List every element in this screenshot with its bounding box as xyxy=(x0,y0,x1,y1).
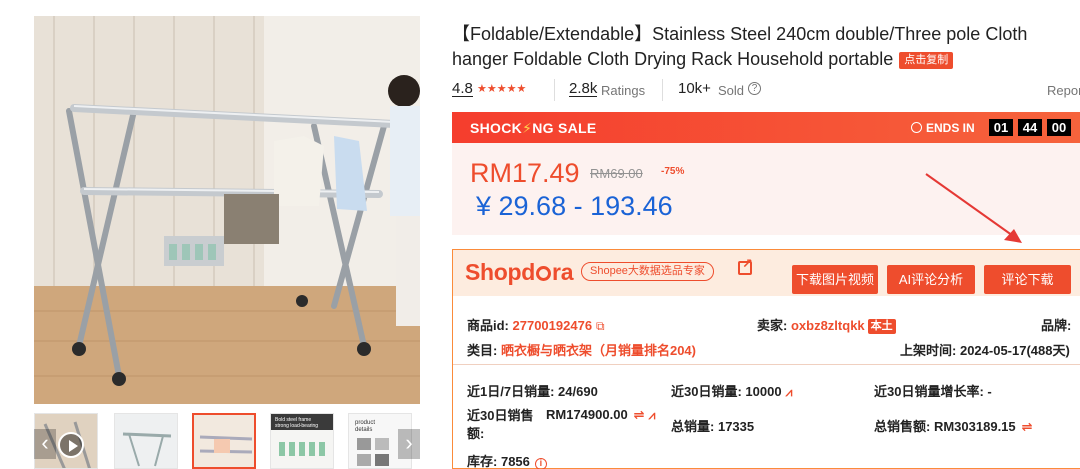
stock-value: 7856 xyxy=(500,454,530,469)
shocking-sale-bar: SHOCK⚡NG SALE ENDS IN 01 44 00 xyxy=(452,112,1080,143)
category-row: 类目: 晒衣橱与晒衣架（月销量排名204) xyxy=(467,343,696,358)
stock-row: 库存: 7856 i xyxy=(467,451,547,469)
thumbnail-4[interactable]: Bold steel frame strong load-bearing xyxy=(270,413,334,469)
listed-time-row: 上架时间: 2024-05-17(488天) xyxy=(900,343,1070,358)
category-value[interactable]: 晒衣橱与晒衣架（月销量排名204) xyxy=(501,343,696,358)
product-title: 【Foldable/Extendable】Stainless Steel 240… xyxy=(452,22,1072,72)
ratings-count[interactable]: 2.8k xyxy=(569,81,598,97)
revenue-30-value: RM174900.00 xyxy=(546,407,628,422)
svg-text:strong load-bearing: strong load-bearing xyxy=(275,423,318,429)
thumbnail-strip: ‹ Bold steel frame strong load-bearing pr… xyxy=(34,413,420,469)
timer-minutes: 44 xyxy=(1018,119,1042,136)
shopdora-logo: Shopd ra xyxy=(465,259,574,285)
ratings-label: Ratings xyxy=(601,83,646,98)
total-revenue-value: RM303189.15 xyxy=(933,419,1016,434)
copy-title-button[interactable]: 点击复制 xyxy=(899,52,954,69)
thumbnail-3-selected[interactable] xyxy=(192,413,256,469)
shocking-sale-title: SHOCK⚡NG SALE xyxy=(470,120,597,137)
listed-time-value: 2024-05-17(488天) xyxy=(959,343,1070,358)
svg-text:product: product xyxy=(355,420,375,426)
seller-value[interactable]: oxbz8zltqkk xyxy=(791,318,865,333)
total-revenue-row: 总销售额: RM303189.15 ⇌ xyxy=(874,419,1033,434)
report-link[interactable]: Repor xyxy=(1047,83,1080,98)
lightning-icon: ⚡ xyxy=(522,120,533,136)
ends-in-text: ENDS IN xyxy=(926,121,975,135)
sales-30-value: 10000 xyxy=(745,384,782,399)
chevron-left-icon[interactable]: ‹ xyxy=(34,429,56,459)
original-price: RM69.00 xyxy=(590,166,643,181)
revenue-30-row: RM174900.00 ⇌ ⩘ xyxy=(546,407,655,423)
rating-row: 4.8 ★★★★★ 2.8k Ratings 10k+ Sold ? Repor xyxy=(452,79,1080,101)
chevron-right-icon[interactable]: › xyxy=(398,429,420,459)
trend-chart-icon[interactable]: ⩘ xyxy=(649,408,656,422)
price-cny: ¥ 29.68 - 193.46 xyxy=(476,191,673,221)
currency-switch-icon[interactable]: ⇌ xyxy=(634,407,645,422)
growth-row: 近30日销量增长率: - xyxy=(874,384,992,399)
seller-row: 卖家: oxbz8zltqkk 本土 xyxy=(757,315,896,334)
divider xyxy=(453,364,1080,365)
play-icon[interactable] xyxy=(58,432,84,458)
total-sales-row: 总销量: 17335 xyxy=(671,419,755,434)
sale-price: RM17.49 xyxy=(470,158,580,188)
total-sales-value: 17335 xyxy=(717,419,755,434)
sale-title-left: SHOCK xyxy=(470,120,523,136)
product-id-value[interactable]: 27700192476 xyxy=(513,318,593,333)
review-download-button[interactable]: 评论下载 xyxy=(984,265,1071,294)
growth-value: - xyxy=(987,384,992,399)
rating-value[interactable]: 4.8 xyxy=(452,81,473,97)
sales-30-row: 近30日销量: 10000 ⩘ xyxy=(671,384,793,399)
timer-seconds: 00 xyxy=(1047,119,1071,136)
sold-count: 10k+ xyxy=(678,80,711,97)
trend-chart-icon[interactable]: ⩘ xyxy=(786,385,793,399)
external-link-icon[interactable] xyxy=(738,256,753,275)
discount-badge: -75% xyxy=(661,166,685,177)
revenue-30-label: 近30日销售 额: xyxy=(467,408,534,441)
shopdora-panel: Shopdra Shopee大数据选品专家 下载图片视频 AI评论分析 评论下载… xyxy=(452,249,1080,469)
info-icon[interactable]: i xyxy=(534,458,547,469)
sold-label: Sold xyxy=(718,83,745,98)
logo-o-icon xyxy=(536,266,552,281)
copy-icon[interactable]: ⧉ xyxy=(596,319,605,333)
shopdora-header: Shopdra Shopee大数据选品专家 下载图片视频 AI评论分析 评论下载 xyxy=(453,250,1080,296)
sale-title-right: NG SALE xyxy=(532,120,597,136)
divider xyxy=(662,79,663,101)
product-id-row: 商品id: 27700192476 ⧉ xyxy=(467,318,605,333)
clock-icon xyxy=(911,122,922,133)
shopdora-tagline: Shopee大数据选品专家 xyxy=(581,262,714,281)
svg-text:details: details xyxy=(355,427,372,433)
product-main-image[interactable] xyxy=(34,16,420,404)
divider xyxy=(554,79,555,101)
local-badge: 本土 xyxy=(867,319,896,334)
ai-review-analysis-button[interactable]: AI评论分析 xyxy=(887,265,975,294)
rating-stars-icon: ★★★★★ xyxy=(477,83,527,95)
sales-1-7-value: 24/690 xyxy=(558,384,598,399)
download-media-button[interactable]: 下载图片视频 xyxy=(792,265,878,294)
thumbnail-2[interactable] xyxy=(114,413,178,469)
timer-hours: 01 xyxy=(989,119,1013,136)
currency-switch-icon[interactable]: ⇌ xyxy=(1022,419,1033,434)
brand-row: 品牌: xyxy=(1041,318,1072,333)
ends-in-label: ENDS IN xyxy=(911,121,975,135)
drying-rack-photo xyxy=(34,16,420,404)
help-icon[interactable]: ? xyxy=(748,82,761,95)
sales-1-7-row: 近1日/7日销量: 24/690 xyxy=(467,384,598,399)
annotation-arrow xyxy=(925,173,1022,243)
